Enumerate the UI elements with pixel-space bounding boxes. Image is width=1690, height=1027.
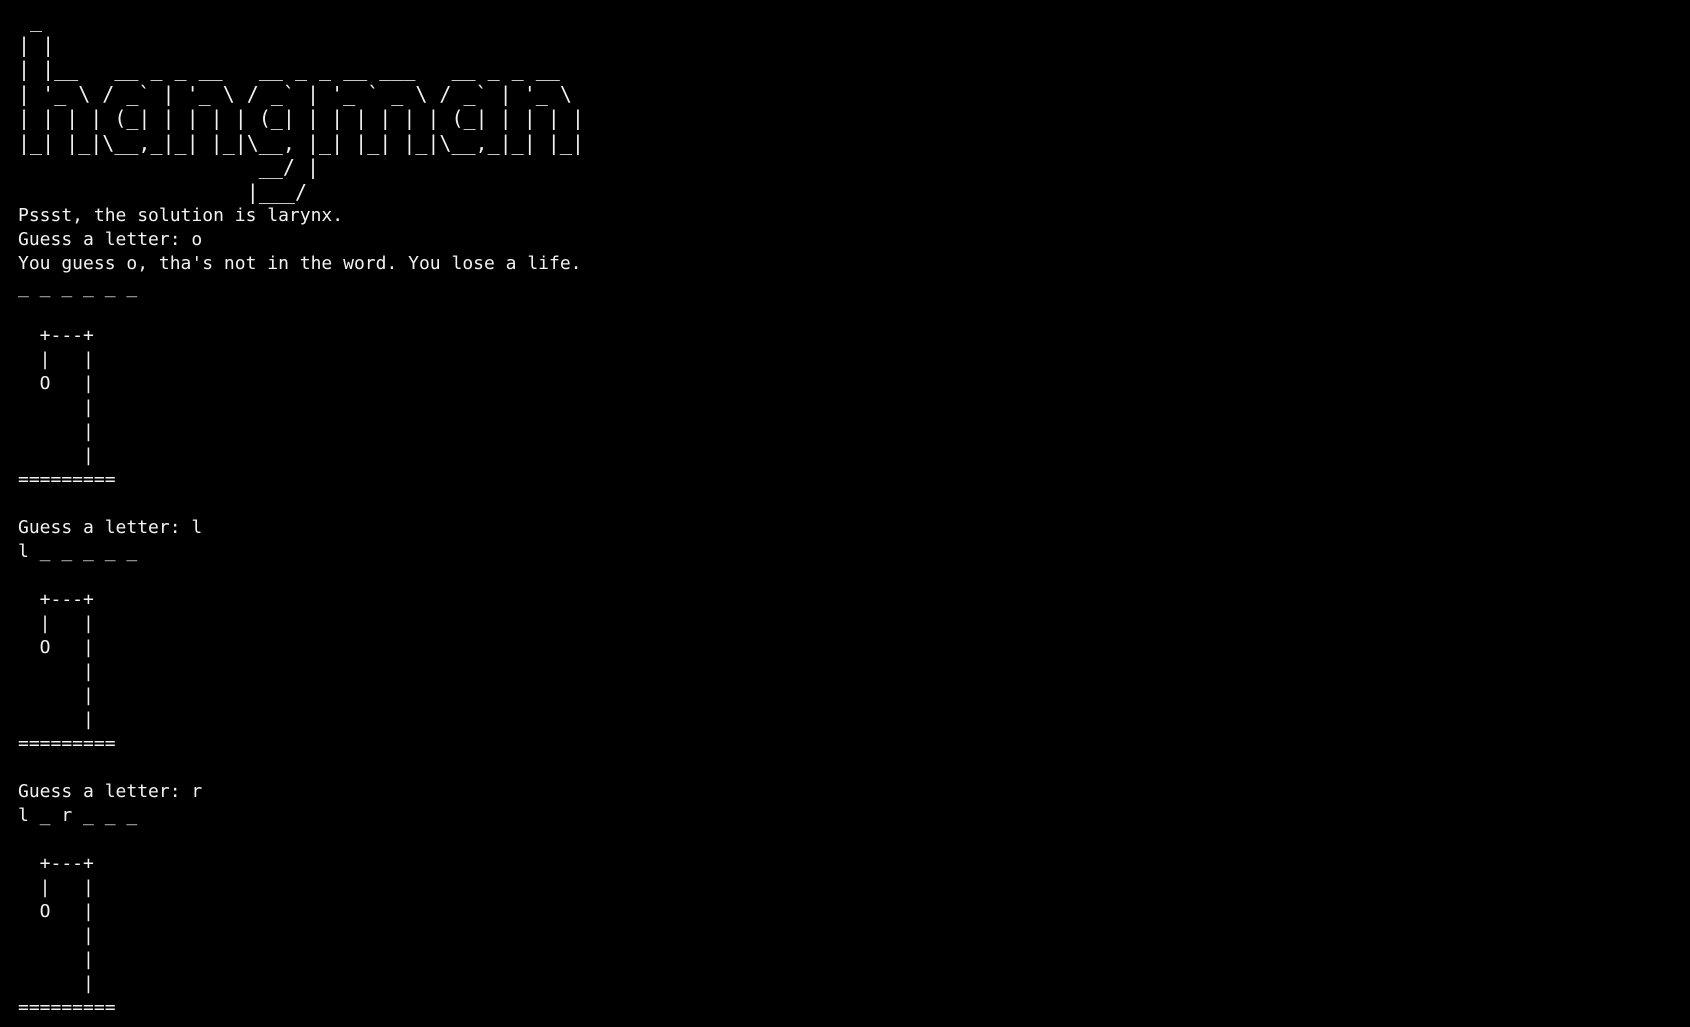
gallows-line: ========= <box>18 997 116 1018</box>
word-progress: l _ _ _ _ _ <box>18 541 138 562</box>
gallows-line: O | <box>18 637 94 658</box>
banner-line: | |__ __ _ _ __ __ _ _ __ ___ __ _ _ __ <box>18 57 560 81</box>
round-1: Guess a letter: o You guess o, tha's not … <box>18 228 1690 300</box>
gallows-line: | | <box>18 877 94 898</box>
word-progress: l _ r _ _ _ <box>18 805 138 826</box>
guess-feedback: You guess o, tha's not in the word. You … <box>18 253 582 274</box>
banner-line: | | <box>18 32 55 57</box>
gallows-line: | <box>18 925 94 946</box>
gallows-line: | | <box>18 349 94 370</box>
gallows-line: | <box>18 709 94 730</box>
gallows-line: O | <box>18 373 94 394</box>
banner-line: _ <box>18 8 43 32</box>
gallows-drawing: +---+ | | O | | | | ========= <box>18 588 1690 756</box>
gallows-line: | <box>18 973 94 994</box>
guess-prompt: Guess a letter: o <box>18 229 203 250</box>
gallows-line: | <box>18 685 94 706</box>
round-2: Guess a letter: l l _ _ _ _ _ <box>18 516 1690 564</box>
gallows-line: ========= <box>18 733 116 754</box>
gallows-line: +---+ <box>18 589 94 610</box>
solution-hint: Pssst, the solution is larynx. <box>18 204 1690 228</box>
gallows-line: | <box>18 397 94 418</box>
gallows-line: | <box>18 421 94 442</box>
banner-line: | '_ \ / _` | '_ \ / _` | '_ ` _ \ / _` … <box>18 81 572 106</box>
hangman-ascii-banner: _ | | | |__ __ _ _ __ __ _ _ __ ___ __ _ _… <box>18 8 1690 204</box>
gallows-line: +---+ <box>18 325 94 346</box>
word-progress: _ _ _ _ _ _ <box>18 277 138 298</box>
gallows-line: ========= <box>18 469 116 490</box>
gallows-line: | | <box>18 613 94 634</box>
banner-line: |_| |_|\__,_|_| |_|\__, |_| |_| |_|\__,_… <box>18 130 584 155</box>
gallows-line: +---+ <box>18 853 94 874</box>
guess-prompt: Guess a letter: r <box>18 781 203 802</box>
gallows-line: | <box>18 661 94 682</box>
terminal-window: _ | | | |__ __ _ _ __ __ _ _ __ ___ __ _ _… <box>0 0 1690 1027</box>
banner-line: __/ | <box>18 155 320 179</box>
gallows-line: O | <box>18 901 94 922</box>
gallows-line: | <box>18 445 94 466</box>
banner-line: |___/ <box>18 179 307 204</box>
solution-line: Pssst, the solution is larynx. <box>18 205 344 226</box>
guess-prompt: Guess a letter: l <box>18 517 203 538</box>
gallows-line: | <box>18 949 94 970</box>
banner-line: | | | | (_| | | | | (_| | | | | | | (_| … <box>18 106 584 130</box>
round-3: Guess a letter: r l _ r _ _ _ <box>18 780 1690 828</box>
gallows-drawing: +---+ | | O | | | | ========= <box>18 324 1690 492</box>
gallows-drawing: +---+ | | O | | | | ========= <box>18 852 1690 1020</box>
